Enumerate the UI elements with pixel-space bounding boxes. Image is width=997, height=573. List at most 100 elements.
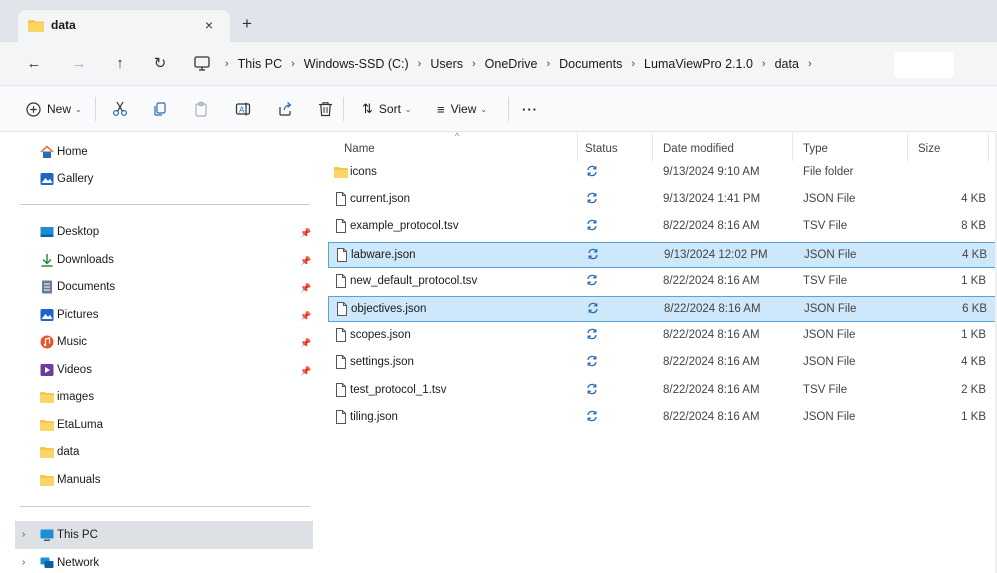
file-type: JSON File (803, 193, 856, 206)
breadcrumb-separator[interactable]: › (631, 58, 635, 70)
expand-chevron-icon[interactable]: › (22, 557, 25, 568)
column-header-size[interactable]: Size (918, 138, 940, 160)
pin-icon[interactable]: 📌 (300, 338, 311, 349)
delete-button[interactable] (318, 95, 333, 123)
file-size (926, 160, 986, 184)
cut-button[interactable] (112, 95, 128, 123)
sidebar-item-this-pc[interactable]: This PC (40, 524, 98, 546)
column-header-type[interactable]: Type (803, 138, 828, 160)
sidebar-item-network[interactable]: Network (40, 552, 99, 573)
column-divider[interactable] (907, 133, 908, 161)
sidebar-item-gallery[interactable]: Gallery (40, 168, 93, 190)
address-bar[interactable]: › This PC › Windows-SSD (C:) › Users › O… (188, 50, 888, 78)
sidebar-item-etaluma[interactable]: EtaLuma (40, 414, 103, 436)
file-row[interactable]: tiling.json 8/22/2024 8:16 AM JSON File 1 K… (328, 405, 997, 431)
file-name: labware.json (351, 248, 416, 261)
sidebar-item-home[interactable]: Home (40, 141, 88, 163)
sidebar-item-documents[interactable]: Documents (40, 276, 115, 298)
refresh-button[interactable]: ↻ (148, 52, 172, 76)
file-size: 4 KB (961, 356, 986, 369)
file-size: 1 KB (961, 274, 986, 287)
sidebar-item-manuals[interactable]: Manuals (40, 469, 100, 491)
sidebar-item-downloads[interactable]: Downloads (40, 249, 114, 271)
share-button[interactable] (277, 95, 293, 123)
breadcrumb-this-pc[interactable]: This PC (238, 57, 282, 71)
sort-label: Sort (378, 102, 401, 116)
forward-button[interactable]: → (67, 52, 91, 76)
trash-icon (319, 102, 332, 117)
new-label: New (47, 102, 72, 116)
folder-icon (40, 475, 54, 486)
sidebar-item-videos[interactable]: Videos (40, 359, 92, 381)
column-header-date[interactable]: Date modified (663, 138, 734, 160)
sidebar-item-pictures[interactable]: Pictures (40, 304, 99, 326)
file-date-modified: 8/22/2024 8:16 AM (663, 220, 760, 233)
file-row[interactable]: new_default_protocol.tsv 8/22/2024 8:16 A… (328, 269, 997, 295)
sidebar-item-label: Manuals (57, 474, 101, 486)
file-date-modified: 8/22/2024 8:16 AM (663, 410, 760, 423)
sidebar-item-label: This PC (57, 529, 98, 541)
file-row[interactable]: settings.json 8/22/2024 8:16 AM JSON File 4… (328, 350, 997, 376)
pin-icon[interactable]: 📌 (300, 366, 311, 377)
back-button[interactable]: ← (22, 52, 46, 76)
file-row[interactable]: scopes.json 8/22/2024 8:16 AM JSON File 1 K… (328, 323, 997, 349)
file-type: JSON File (804, 248, 857, 261)
pin-icon[interactable]: 📌 (300, 228, 311, 239)
pin-icon[interactable]: 📌 (300, 311, 311, 322)
breadcrumb-lumaviewpro[interactable]: LumaViewPro 2.1.0 (644, 57, 753, 71)
sidebar-item-music[interactable]: Music (40, 331, 87, 353)
breadcrumb-separator[interactable]: › (546, 58, 550, 70)
column-header-name[interactable]: Name (344, 138, 375, 160)
column-divider[interactable] (988, 133, 989, 161)
breadcrumb-documents[interactable]: Documents (559, 57, 622, 71)
view-button[interactable]: ≡ View ⌄ (437, 95, 487, 123)
sync-status-icon (588, 248, 598, 259)
breadcrumb-data[interactable]: data (775, 57, 799, 71)
pin-icon[interactable]: 📌 (300, 283, 311, 294)
new-tab-button[interactable]: + (236, 13, 258, 35)
breadcrumb-separator[interactable]: › (472, 58, 476, 70)
column-divider[interactable] (652, 133, 653, 161)
sort-button[interactable]: ⇅ Sort ⌄ (362, 95, 412, 123)
paste-button[interactable] (193, 95, 209, 123)
tab-data[interactable]: data × (18, 10, 230, 42)
new-button[interactable]: New ⌄ (26, 95, 82, 123)
more-options-button[interactable]: ··· (522, 95, 538, 123)
file-row[interactable]: test_protocol_1.tsv 8/22/2024 8:16 AM TSV … (328, 378, 997, 404)
file-type: File folder (803, 166, 854, 178)
sync-status-icon (588, 302, 598, 314)
scissors-icon (112, 101, 128, 117)
pin-icon[interactable]: 📌 (300, 256, 311, 267)
column-header-status[interactable]: Status (585, 138, 618, 160)
folder-icon (40, 447, 54, 458)
breadcrumb-onedrive[interactable]: OneDrive (485, 57, 538, 71)
column-divider[interactable] (577, 133, 578, 161)
breadcrumb-separator[interactable]: › (762, 58, 766, 70)
expand-chevron-icon[interactable]: › (22, 529, 25, 540)
file-date-modified: 8/22/2024 8:16 AM (663, 329, 760, 342)
file-row[interactable]: current.json 9/13/2024 1:41 PM JSON File 4 … (328, 187, 997, 213)
breadcrumb-separator[interactable]: › (808, 58, 812, 70)
copy-button[interactable] (152, 95, 168, 123)
breadcrumb-separator[interactable]: › (418, 58, 422, 70)
file-size: 1 KB (961, 329, 986, 342)
sidebar-divider (20, 204, 310, 205)
file-row[interactable]: labware.json 9/13/2024 12:02 PM JSON File 4… (328, 241, 997, 268)
search-input[interactable] (894, 52, 954, 78)
breadcrumb-separator[interactable]: › (291, 58, 295, 70)
sidebar-item-desktop[interactable]: Desktop (40, 221, 99, 243)
sidebar-item-data[interactable]: data (40, 441, 79, 463)
file-row[interactable]: example_protocol.tsv 8/22/2024 8:16 AM TSV… (328, 214, 997, 240)
file-row[interactable]: icons 9/13/2024 9:10 AM File folder (328, 160, 997, 186)
file-row[interactable]: objectives.json 8/22/2024 8:16 AM JSON Fil… (328, 296, 997, 322)
breadcrumb-windows-ssd[interactable]: Windows-SSD (C:) (304, 57, 409, 71)
close-tab-button[interactable]: × (198, 14, 220, 36)
up-button[interactable]: ↑ (108, 52, 132, 76)
folder-icon (334, 167, 348, 178)
file-icon (336, 355, 346, 370)
sidebar-item-images[interactable]: images (40, 386, 94, 408)
breadcrumb-users[interactable]: Users (430, 57, 463, 71)
column-divider[interactable] (792, 133, 793, 161)
sidebar-item-label: Network (57, 557, 100, 569)
rename-button[interactable]: A (235, 95, 251, 123)
